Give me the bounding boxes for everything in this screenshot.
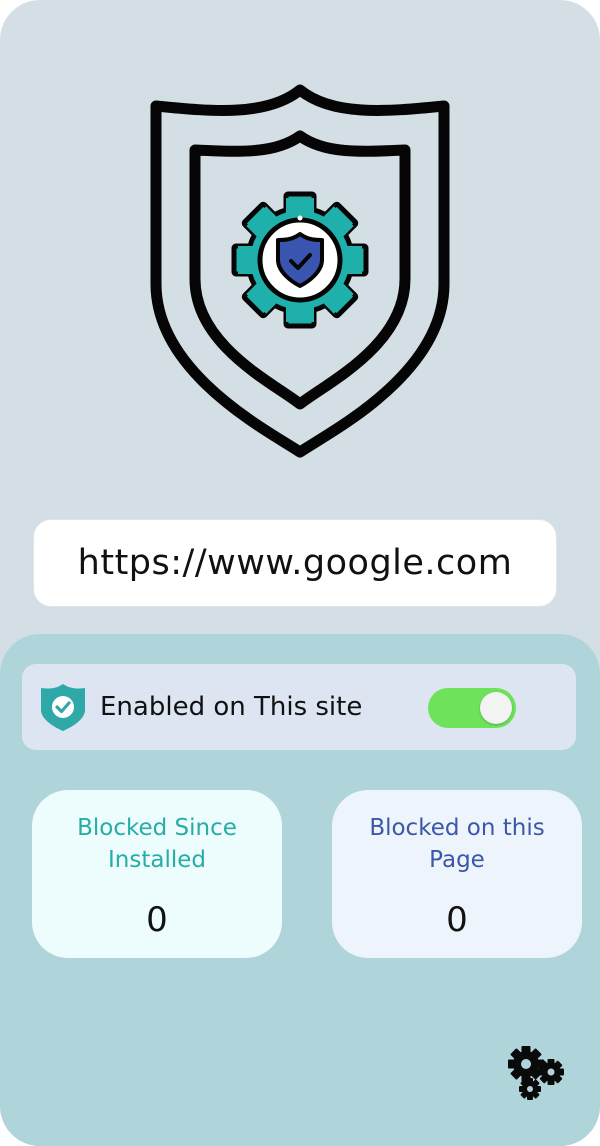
status-panel: Enabled on This site Blocked Since Insta… <box>0 634 600 1146</box>
extension-popup: https://www.google.com Enabled on This s… <box>0 0 600 1146</box>
blocked-on-page-card: Blocked on this Page 0 <box>332 790 582 958</box>
blocked-on-page-label: Blocked on this Page <box>369 815 545 873</box>
blocked-since-installed-label: Blocked Since Installed <box>77 815 237 873</box>
blocked-on-page-count: 0 <box>446 900 468 940</box>
shield-check-icon <box>41 684 85 731</box>
shield-gear-icon <box>150 84 450 458</box>
site-url: https://www.google.com <box>77 543 513 583</box>
site-url-box: https://www.google.com <box>33 519 557 607</box>
toggle-label: Enabled on This site <box>100 692 363 722</box>
site-toggle-row: Enabled on This site <box>22 664 576 750</box>
toggle-knob <box>480 692 512 724</box>
enable-site-toggle[interactable] <box>428 688 516 728</box>
blocked-since-installed-count: 0 <box>146 900 168 940</box>
blocked-since-installed-card: Blocked Since Installed 0 <box>32 790 282 958</box>
gears-icon[interactable] <box>506 1044 568 1102</box>
